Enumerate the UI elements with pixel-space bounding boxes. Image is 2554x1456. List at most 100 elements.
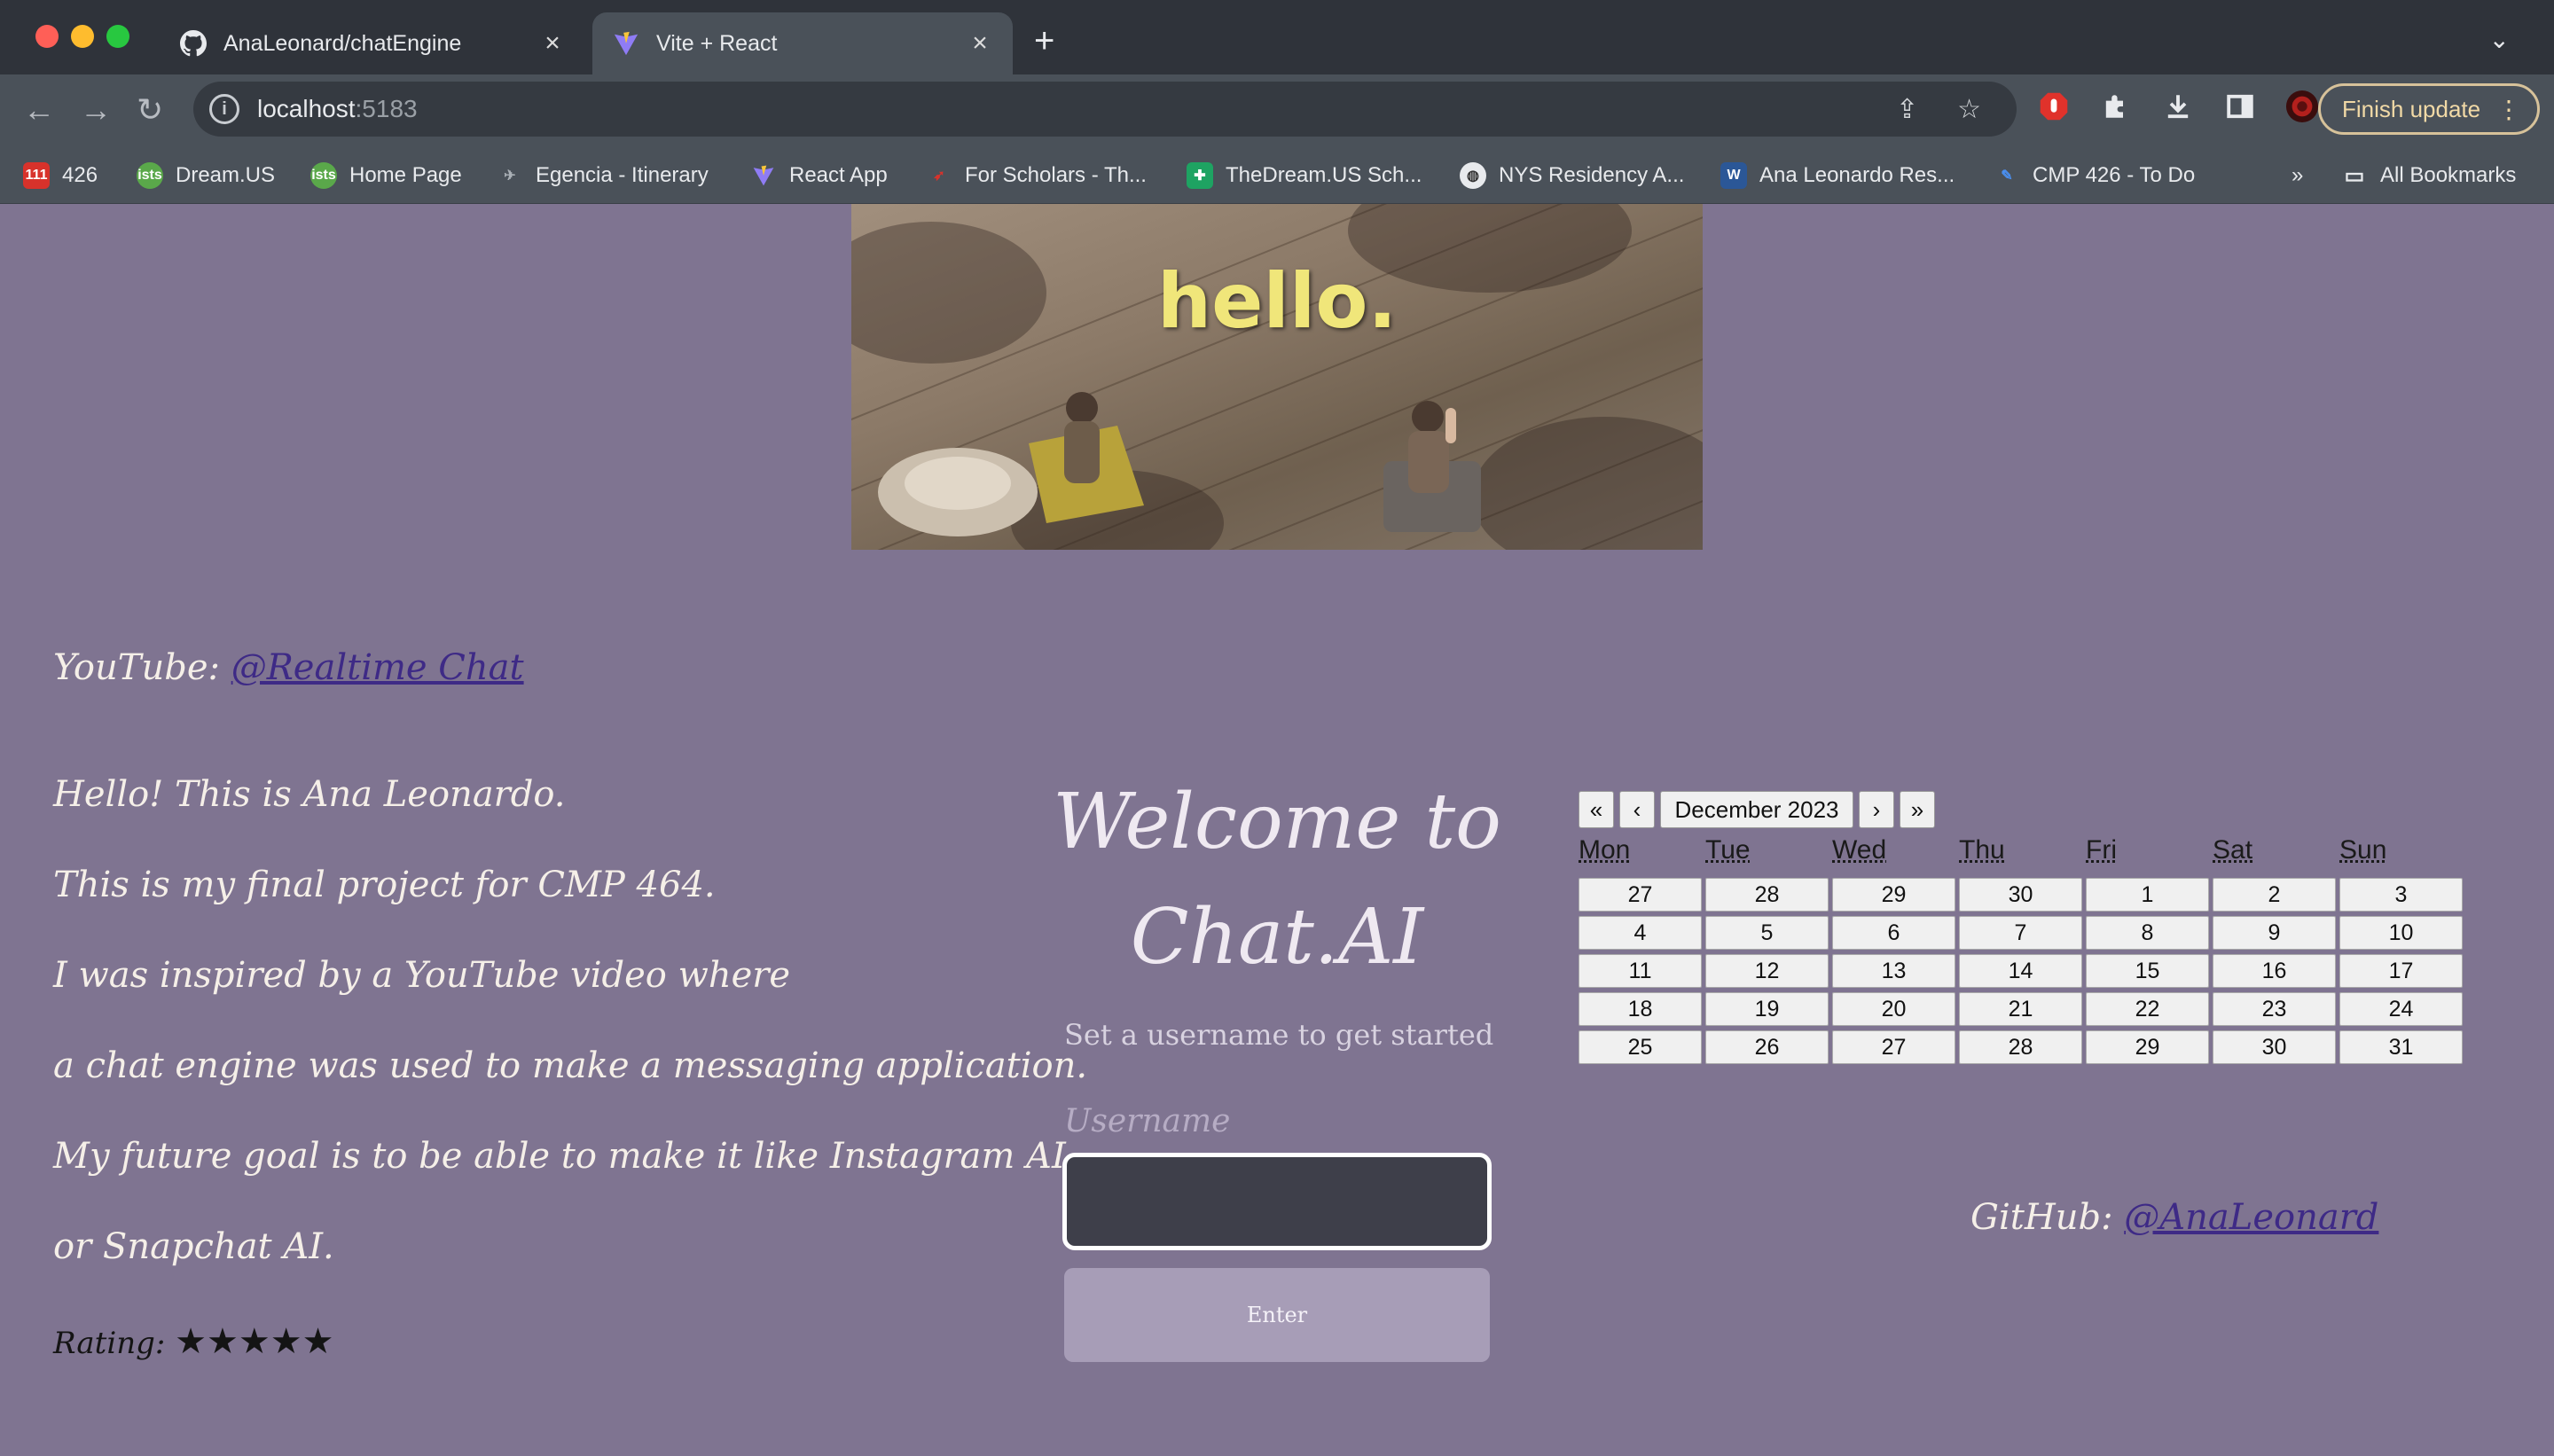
calendar-day[interactable]: 17 — [2339, 954, 2463, 988]
profile-avatar[interactable] — [2284, 89, 2320, 124]
username-label: Username — [1064, 1103, 1231, 1139]
calendar-days: 27 28 29 30 1 2 3 4 5 6 7 8 9 10 11 12 13 14 15 16 17 18 19 20 2… — [1579, 878, 2463, 1064]
bookmark-426[interactable]: 111 426 — [23, 158, 98, 193]
calendar-day[interactable]: 9 — [2213, 916, 2336, 950]
calendar-day[interactable]: 28 — [1705, 878, 1829, 912]
globe-icon: ◍ — [1460, 162, 1486, 189]
vite-icon — [612, 29, 640, 58]
bookmark-home-page[interactable]: ists Home Page — [310, 158, 462, 193]
next-year-button[interactable]: » — [1900, 791, 1935, 828]
ists-icon: ists — [310, 162, 337, 189]
reload-button[interactable]: ↻ — [137, 90, 163, 129]
forward-button[interactable]: → — [80, 90, 112, 129]
welcome-title: Welcome to Chat.AI — [1046, 764, 1508, 995]
calendar-day[interactable]: 8 — [2086, 916, 2209, 950]
calendar-day[interactable]: 27 — [1832, 1030, 1955, 1064]
bookmark-react-app[interactable]: React App — [750, 158, 888, 193]
maximize-window-button[interactable] — [106, 25, 129, 48]
github-link[interactable]: @AnaLeonard — [2124, 1197, 2378, 1238]
prev-year-button[interactable]: « — [1579, 791, 1614, 828]
github-line: GitHub: @AnaLeonard — [1970, 1197, 2378, 1238]
calendar-day[interactable]: 12 — [1705, 954, 1829, 988]
tab-vite-react[interactable]: Vite + React × — [592, 12, 1013, 74]
adblock-icon[interactable] — [2036, 89, 2072, 124]
next-month-button[interactable]: › — [1859, 791, 1894, 828]
welcome-line-2: Chat.AI — [1130, 893, 1424, 982]
calendar-day[interactable]: 10 — [2339, 916, 2463, 950]
username-input[interactable] — [1062, 1153, 1492, 1250]
calendar-day[interactable]: 16 — [2213, 954, 2336, 988]
all-bookmarks-button[interactable]: ▭ All Bookmarks — [2341, 158, 2517, 193]
calendar-day[interactable]: 23 — [2213, 992, 2336, 1026]
calendar-day[interactable]: 29 — [2086, 1030, 2209, 1064]
more-bookmarks-button[interactable]: » — [2292, 158, 2303, 193]
weekday: Thu — [1959, 835, 2005, 865]
youtube-label: YouTube: — [53, 647, 231, 688]
minimize-window-button[interactable] — [71, 25, 94, 48]
calendar-day[interactable]: 27 — [1579, 878, 1702, 912]
pencil-icon: ✎ — [2001, 168, 2013, 184]
calendar-day[interactable]: 28 — [1959, 1030, 2082, 1064]
calendar-day[interactable]: 1 — [2086, 878, 2209, 912]
bookmark-egencia[interactable]: ✈ Egencia - Itinerary — [497, 158, 708, 193]
youtube-link[interactable]: @Realtime Chat — [231, 647, 524, 688]
url-text: localhost:5183 — [257, 95, 418, 122]
calendar-day[interactable]: 7 — [1959, 916, 2082, 950]
weekday: Wed — [1832, 835, 1887, 865]
side-panel-icon[interactable] — [2222, 89, 2258, 124]
calendar-day[interactable]: 21 — [1959, 992, 2082, 1026]
prev-month-button[interactable]: ‹ — [1619, 791, 1655, 828]
calendar-day[interactable]: 31 — [2339, 1030, 2463, 1064]
bookmark-cmp426[interactable]: ✎ CMP 426 - To Do — [1994, 158, 2195, 193]
calendar-day[interactable]: 30 — [2213, 1030, 2336, 1064]
calendar-day[interactable]: 3 — [2339, 878, 2463, 912]
address-bar[interactable]: i localhost:5183 ⇪ ☆ — [193, 82, 2017, 137]
calendar-weekdays: Mon Tue Wed Thu Fri Sat Sun — [1579, 835, 2466, 865]
new-tab-button[interactable]: + — [1034, 23, 1054, 59]
enter-button[interactable]: Enter — [1064, 1268, 1490, 1362]
bookmark-dreamus[interactable]: ists Dream.US — [137, 158, 275, 193]
youtube-line: YouTube: @Realtime Chat — [53, 647, 524, 688]
rating-label: Rating: — [53, 1326, 176, 1361]
bookmark-nys-residency[interactable]: ◍ NYS Residency A... — [1460, 158, 1684, 193]
close-window-button[interactable] — [35, 25, 59, 48]
month-label-button[interactable]: December 2023 — [1660, 791, 1853, 828]
calendar-day[interactable]: 18 — [1579, 992, 1702, 1026]
calendar-day[interactable]: 6 — [1832, 916, 1955, 950]
calendar-day[interactable]: 14 — [1959, 954, 2082, 988]
close-tab-icon[interactable]: × — [967, 28, 993, 59]
hero-image: hello. — [851, 204, 1703, 550]
calendar-day[interactable]: 2 — [2213, 878, 2336, 912]
calendar-day[interactable]: 19 — [1705, 992, 1829, 1026]
calendar-day[interactable]: 4 — [1579, 916, 1702, 950]
bookmark-thedreamus[interactable]: ✚ TheDream.US Sch... — [1187, 158, 1422, 193]
extensions-puzzle-icon[interactable] — [2098, 89, 2134, 124]
rating: Rating: ★★★★★ — [53, 1321, 333, 1362]
calendar-day[interactable]: 22 — [2086, 992, 2209, 1026]
calendar-day[interactable]: 15 — [2086, 954, 2209, 988]
intro-line: Hello! This is Ana Leonardo. — [53, 774, 566, 815]
download-icon[interactable] — [2160, 89, 2196, 124]
star-icon[interactable]: ☆ — [1957, 94, 1981, 125]
calendar-day[interactable]: 25 — [1579, 1030, 1702, 1064]
calendar-day[interactable]: 20 — [1832, 992, 1955, 1026]
close-tab-icon[interactable]: × — [539, 28, 566, 59]
calendar-day[interactable]: 30 — [1959, 878, 2082, 912]
bookmark-for-scholars[interactable]: ➶ For Scholars - Th... — [926, 158, 1147, 193]
back-button[interactable]: ← — [23, 90, 55, 129]
finish-update-button[interactable]: Finish update ⋮ — [2318, 83, 2540, 135]
tab-github[interactable]: AnaLeonard/chatEngine × — [160, 12, 585, 74]
calendar-day[interactable]: 29 — [1832, 878, 1955, 912]
chevron-down-icon[interactable]: ⌄ — [2489, 25, 2510, 54]
calendar-day[interactable]: 5 — [1705, 916, 1829, 950]
bookmark-ana-resume[interactable]: W Ana Leonardo Res... — [1720, 158, 1955, 193]
more-vert-icon[interactable]: ⋮ — [2496, 95, 2521, 124]
share-icon[interactable]: ⇪ — [1896, 94, 1918, 125]
calendar-day[interactable]: 24 — [2339, 992, 2463, 1026]
calendar-navigation: « ‹ December 2023 › » — [1579, 791, 1935, 828]
tab-strip: AnaLeonard/chatEngine × Vite + React × +… — [0, 0, 2554, 74]
info-icon[interactable]: i — [209, 94, 239, 124]
calendar-day[interactable]: 26 — [1705, 1030, 1829, 1064]
calendar-day[interactable]: 13 — [1832, 954, 1955, 988]
calendar-day[interactable]: 11 — [1579, 954, 1702, 988]
